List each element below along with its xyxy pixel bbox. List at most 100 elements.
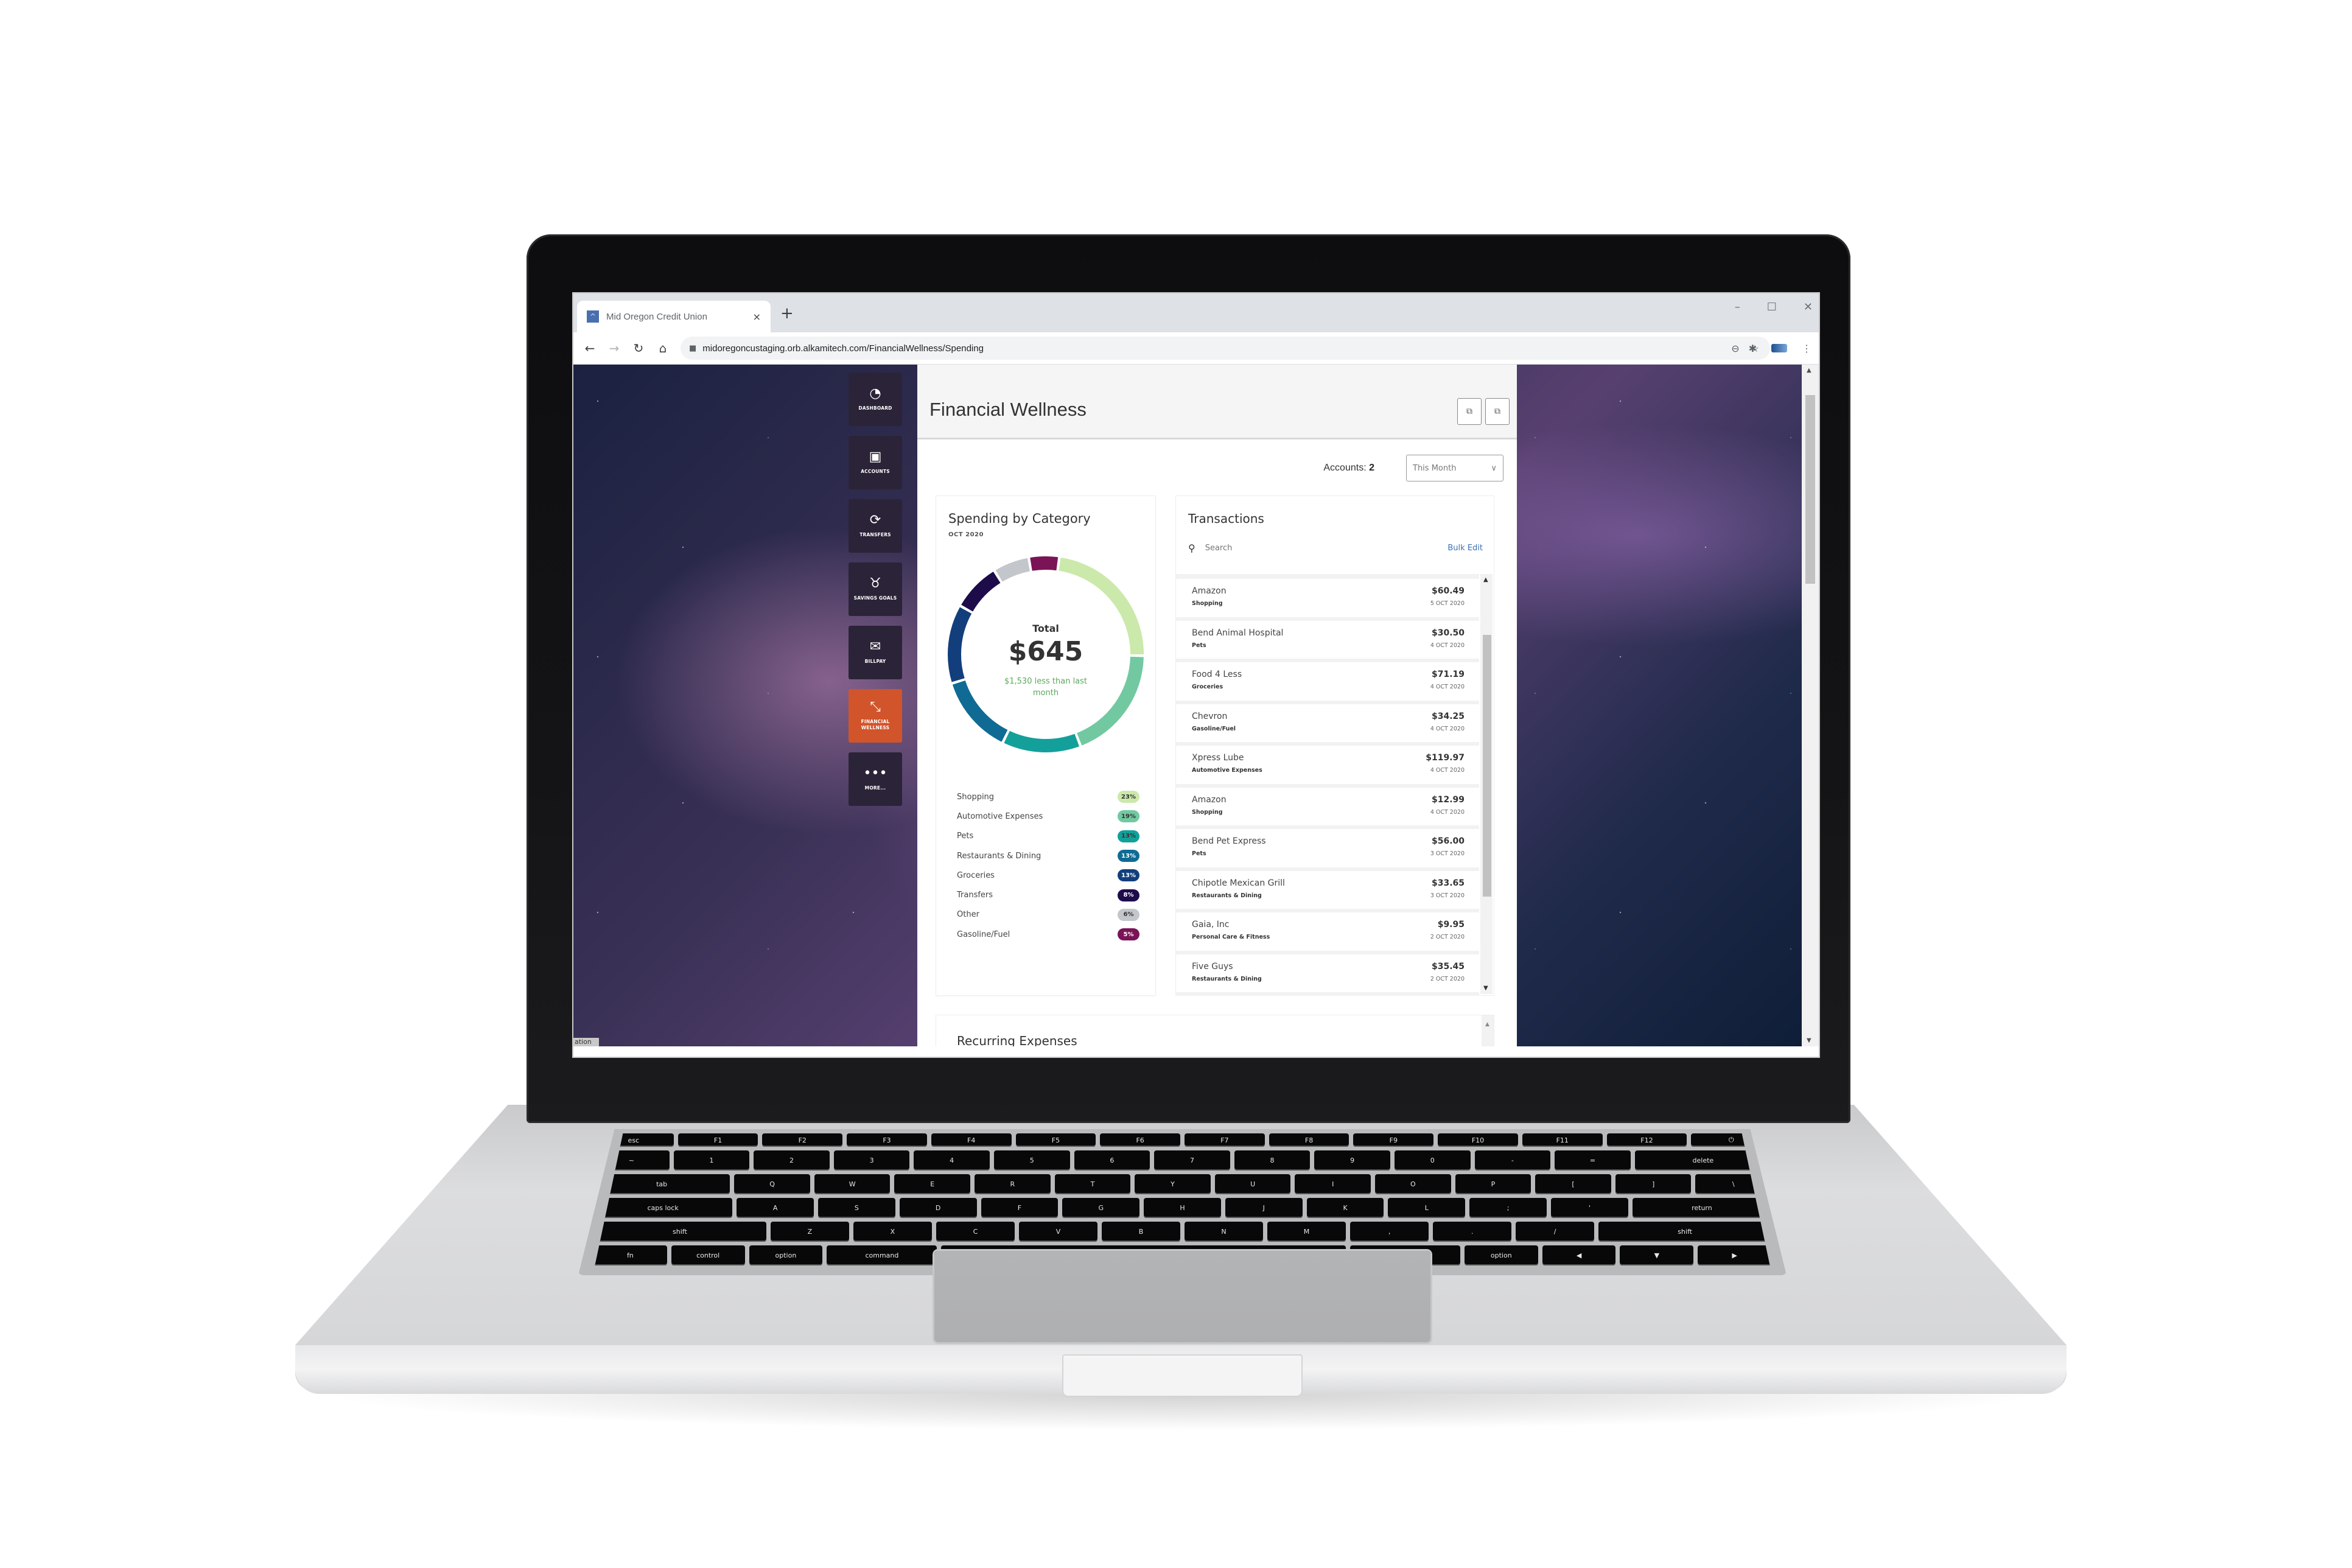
key: Q: [734, 1174, 810, 1194]
sidebar-item-transfers[interactable]: ⟳ TRANSFERS: [849, 499, 902, 553]
transaction-row[interactable]: Chipotle Mexican Grill Restaurants & Dini…: [1176, 871, 1479, 912]
transaction-row[interactable]: Five Guys Restaurants & Dining $35.45 2 OCT…: [1176, 954, 1479, 996]
page-scroll-thumb[interactable]: [1805, 395, 1815, 584]
legend-label: Restaurants & Dining: [957, 851, 1041, 861]
page-scroll-up[interactable]: ▲: [1807, 367, 1811, 374]
search-input[interactable]: [1203, 543, 1389, 553]
legend-item[interactable]: Groceries 13%: [957, 866, 1139, 885]
key: X: [853, 1222, 932, 1242]
page-scroll-down[interactable]: ▼: [1807, 1037, 1811, 1044]
export-button[interactable]: ⧉: [1485, 398, 1510, 425]
transaction-merchant: Five Guys: [1192, 961, 1233, 971]
period-value: This Month: [1413, 463, 1457, 473]
sidebar-item-more[interactable]: ••• MORE...: [849, 752, 902, 806]
transaction-date: 2 OCT 2020: [1430, 975, 1465, 982]
extensions-puzzle-icon[interactable]: ✱: [1749, 343, 1757, 354]
sidebar-item-label: TRANSFERS: [859, 532, 891, 537]
legend-item[interactable]: Gasoline/Fuel 5%: [957, 925, 1139, 944]
transaction-amount: $119.97: [1426, 753, 1465, 763]
transaction-row[interactable]: Food 4 Less Groceries $71.19 4 OCT 2020: [1176, 662, 1479, 704]
legend-percent-badge: 5%: [1118, 928, 1139, 941]
legend-item[interactable]: Automotive Expenses 19%: [957, 807, 1139, 826]
print-button[interactable]: ⧉: [1457, 398, 1482, 425]
scroll-down-arrow[interactable]: ▼: [1483, 985, 1488, 992]
page-scrollbar[interactable]: ▲ ▼: [1802, 365, 1819, 1046]
recurring-scrollbar[interactable]: ▲: [1482, 1015, 1494, 1046]
legend-percent-badge: 13%: [1118, 850, 1139, 863]
bulk-edit-link[interactable]: Bulk Edit: [1447, 544, 1483, 553]
recurring-title: Recurring Expenses: [957, 1034, 1077, 1046]
accounts-filter[interactable]: Accounts: 2: [1323, 463, 1374, 474]
minimize-button[interactable]: –: [1735, 301, 1740, 313]
period-dropdown[interactable]: This Month ∨: [1406, 455, 1503, 481]
laptop-shadow: [317, 1394, 2045, 1430]
transaction-row[interactable]: Gaia, Inc Personal Care & Fitness $9.95 2 O…: [1176, 912, 1479, 954]
key: ]: [1615, 1174, 1692, 1194]
home-button[interactable]: ⌂: [655, 341, 671, 355]
sidebar-item-billpay[interactable]: ✉ BILLPAY: [849, 626, 902, 679]
transaction-row[interactable]: Amazon Shopping $12.99 4 OCT 2020: [1176, 788, 1479, 829]
transaction-row[interactable]: Chevron Gasoline/Fuel $34.25 4 OCT 2020: [1176, 704, 1479, 746]
sidebar-item-label: ACCOUNTS: [861, 469, 890, 474]
key: command: [827, 1245, 937, 1265]
transaction-merchant: Amazon: [1192, 794, 1227, 805]
trackpad: [934, 1251, 1430, 1342]
key: L: [1388, 1198, 1466, 1218]
total-delta: $1,530 less than last month: [1004, 677, 1088, 698]
sidebar-item-accounts[interactable]: ▣ ACCOUNTS: [849, 436, 902, 489]
transaction-merchant: Gaia, Inc: [1192, 920, 1230, 929]
key: .: [1433, 1222, 1512, 1242]
key: F1: [677, 1133, 758, 1147]
transaction-row[interactable]: Amazon Shopping $60.49 5 OCT 2020: [1176, 579, 1479, 621]
new-tab-button[interactable]: +: [780, 306, 794, 321]
profile-extension-icon[interactable]: [1771, 344, 1787, 352]
legend-item[interactable]: Pets 13%: [957, 827, 1139, 846]
legend-percent-badge: 13%: [1118, 869, 1139, 882]
sidebar-item-savings-goals[interactable]: ♉ SAVINGS GOALS: [849, 562, 902, 616]
billpay-icon: ✉: [869, 639, 881, 654]
legend-item[interactable]: Restaurants & Dining 13%: [957, 846, 1139, 866]
url-text[interactable]: midoregoncustaging.orb.alkamitech.com/Fi…: [702, 343, 1731, 354]
key: shift: [593, 1222, 766, 1242]
transaction-date: 3 OCT 2020: [1430, 850, 1465, 857]
key: M: [1267, 1222, 1346, 1242]
key: F12: [1606, 1133, 1687, 1147]
browser-toolbar: ← → ↻ ⌂ ■ midoregoncustaging.orb.alkamit…: [573, 332, 1819, 365]
transaction-row[interactable]: Bend Animal Hospital Pets $30.50 4 OCT 2020: [1176, 621, 1479, 662]
keyboard-row: esc F1 F2 F3 F4 F5 F6 F7 F8 F9 F10 F11 F12 ⏻: [593, 1133, 1771, 1147]
key: shift: [1598, 1222, 1771, 1242]
page-viewport: ◔ DASHBOARD ▣ ACCOUNTS ⟳ TRANSFERS ♉ SAVINGS GO…: [573, 365, 1803, 1046]
legend-item[interactable]: Shopping 23%: [957, 787, 1139, 807]
reload-button[interactable]: ↻: [631, 341, 646, 355]
tab-close-button[interactable]: ×: [753, 311, 761, 323]
scroll-up-arrow[interactable]: ▲: [1485, 1021, 1489, 1027]
transaction-row[interactable]: Bend Pet Express Pets $56.00 3 OCT 2020: [1176, 829, 1479, 871]
legend-item[interactable]: Transfers 8%: [957, 885, 1139, 905]
forward-button[interactable]: →: [606, 341, 622, 355]
transaction-category: Automotive Expenses: [1192, 767, 1262, 774]
favicon-icon: ^: [587, 310, 599, 323]
legend-item[interactable]: Other 6%: [957, 905, 1139, 925]
sidebar-item-financial-wellness[interactable]: ⤡ FINANCIAL WELLNESS: [849, 689, 902, 743]
close-window-button[interactable]: ✕: [1804, 301, 1813, 313]
legend-percent-badge: 19%: [1118, 810, 1139, 823]
transaction-merchant: Amazon: [1192, 586, 1227, 596]
sidebar-item-dashboard[interactable]: ◔ DASHBOARD: [849, 373, 902, 426]
keyboard-row: shift Z X C V B N M,. / shift: [593, 1222, 1771, 1242]
browser-menu-icon[interactable]: ⋮: [1802, 343, 1811, 354]
transaction-date: 4 OCT 2020: [1430, 642, 1465, 649]
key: F5: [1015, 1133, 1096, 1147]
accounts-count: 2: [1369, 463, 1374, 473]
sidebar-item-label: BILLPAY: [864, 659, 886, 664]
transactions-scrollbar[interactable]: ▲ ▼: [1480, 574, 1493, 994]
maximize-button[interactable]: ☐: [1767, 301, 1777, 313]
zoom-out-icon[interactable]: ⊖: [1731, 343, 1739, 354]
key: F4: [931, 1133, 1012, 1147]
transaction-row[interactable]: Xpress Lube Automotive Expenses $119.97 4 O…: [1176, 746, 1479, 788]
browser-tab[interactable]: ^ Mid Oregon Credit Union ×: [577, 301, 771, 332]
key: ▼: [1620, 1245, 1694, 1265]
scroll-up-arrow[interactable]: ▲: [1483, 576, 1488, 583]
scroll-thumb[interactable]: [1483, 635, 1491, 897]
back-button[interactable]: ←: [582, 341, 598, 355]
address-bar[interactable]: ■ midoregoncustaging.orb.alkamitech.com/…: [681, 337, 1770, 360]
